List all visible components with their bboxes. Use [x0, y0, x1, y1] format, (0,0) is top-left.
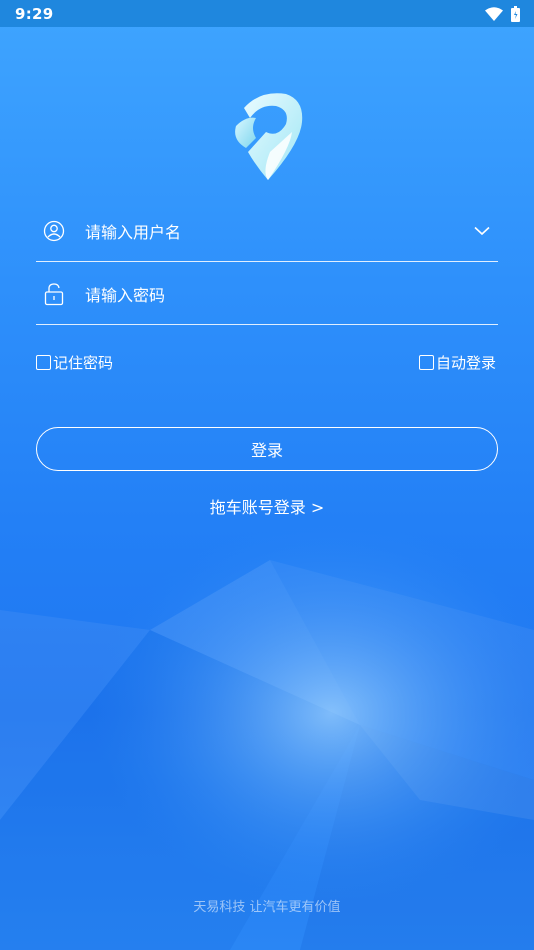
status-icons	[485, 5, 520, 22]
background-decoration	[0, 520, 534, 950]
auto-login-checkbox[interactable]	[419, 355, 434, 370]
tow-account-login-link[interactable]: 拖车账号登录 >	[0, 494, 534, 518]
wifi-icon	[485, 6, 503, 21]
remember-password-label: 记住密码	[53, 354, 114, 372]
login-button-label: 登录	[250, 441, 283, 460]
battery-icon	[511, 5, 520, 22]
chevron-down-icon[interactable]	[474, 226, 490, 236]
app-logo-icon	[235, 93, 303, 180]
password-input[interactable]: 请输入密码	[85, 282, 165, 306]
status-time: 9:29	[15, 4, 54, 23]
login-button[interactable]: 登录	[36, 427, 498, 471]
lock-icon	[36, 282, 72, 306]
status-bar: 9:29	[0, 0, 534, 27]
username-field[interactable]: 请输入用户名	[36, 200, 498, 262]
footer-slogan: 天易科技 让汽车更有价值	[193, 900, 341, 915]
auto-login-label: 自动登录	[436, 354, 497, 372]
username-input[interactable]: 请输入用户名	[85, 219, 181, 243]
remember-password-option[interactable]: 记住密码	[36, 352, 113, 373]
user-icon	[36, 220, 72, 242]
remember-password-checkbox[interactable]	[36, 355, 51, 370]
auto-login-option[interactable]: 自动登录	[419, 352, 496, 373]
password-field[interactable]: 请输入密码	[36, 263, 498, 325]
